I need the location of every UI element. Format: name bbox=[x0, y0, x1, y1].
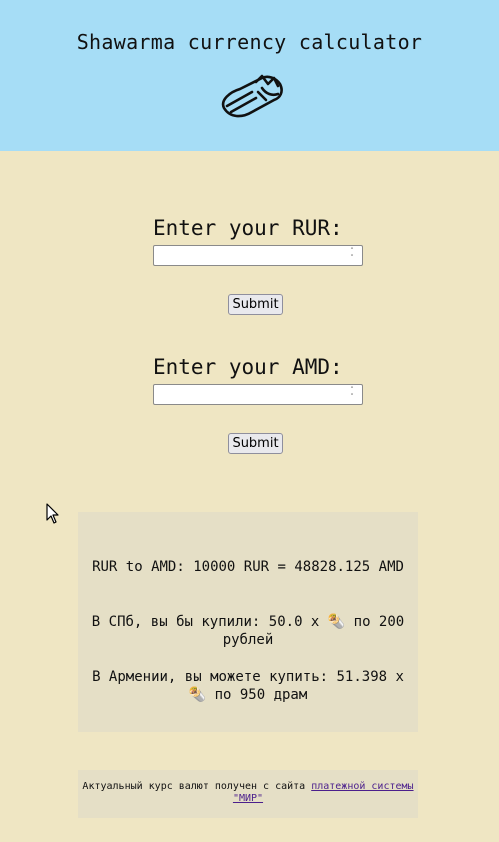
spinner-icon[interactable]: ˄ ˅ bbox=[347, 248, 357, 263]
spinner-icon[interactable]: ˄ ˅ bbox=[347, 387, 357, 402]
footer-prefix: Актуальный курс валют получен с сайта bbox=[82, 781, 312, 792]
rur-form: Enter your RUR: ˄ ˅ Submit bbox=[153, 216, 365, 316]
rur-submit-button[interactable]: Submit bbox=[228, 294, 283, 315]
conversion-result: RUR to AMD: 10000 RUR = 48828.125 AMD bbox=[92, 559, 404, 575]
header: Shawarma currency calculator bbox=[0, 0, 499, 151]
amd-form: Enter your AMD: ˄ ˅ Submit bbox=[153, 355, 365, 455]
shawarma-icon bbox=[221, 74, 283, 118]
footer-text: Актуальный курс валют получен с сайта пл… bbox=[82, 781, 414, 805]
page-title: Shawarma currency calculator bbox=[76, 30, 423, 54]
amd-label: Enter your AMD: bbox=[153, 355, 343, 379]
amd-submit-button[interactable]: Submit bbox=[228, 433, 283, 454]
armenia-result: В Армении, вы можете купить: 51.398 x 🌯 … bbox=[92, 669, 404, 703]
footer-note: Актуальный курс валют получен с сайта пл… bbox=[78, 770, 418, 818]
amd-input[interactable]: ˄ ˅ bbox=[153, 384, 363, 405]
rur-input[interactable]: ˄ ˅ bbox=[153, 245, 363, 266]
results-panel: RUR to AMD: 10000 RUR = 48828.125 AMD В … bbox=[78, 512, 418, 732]
cursor-icon bbox=[46, 503, 59, 524]
rur-label: Enter your RUR: bbox=[153, 216, 343, 240]
spb-result: В СПб, вы бы купили: 50.0 x 🌯 по 200 руб… bbox=[91, 614, 405, 648]
